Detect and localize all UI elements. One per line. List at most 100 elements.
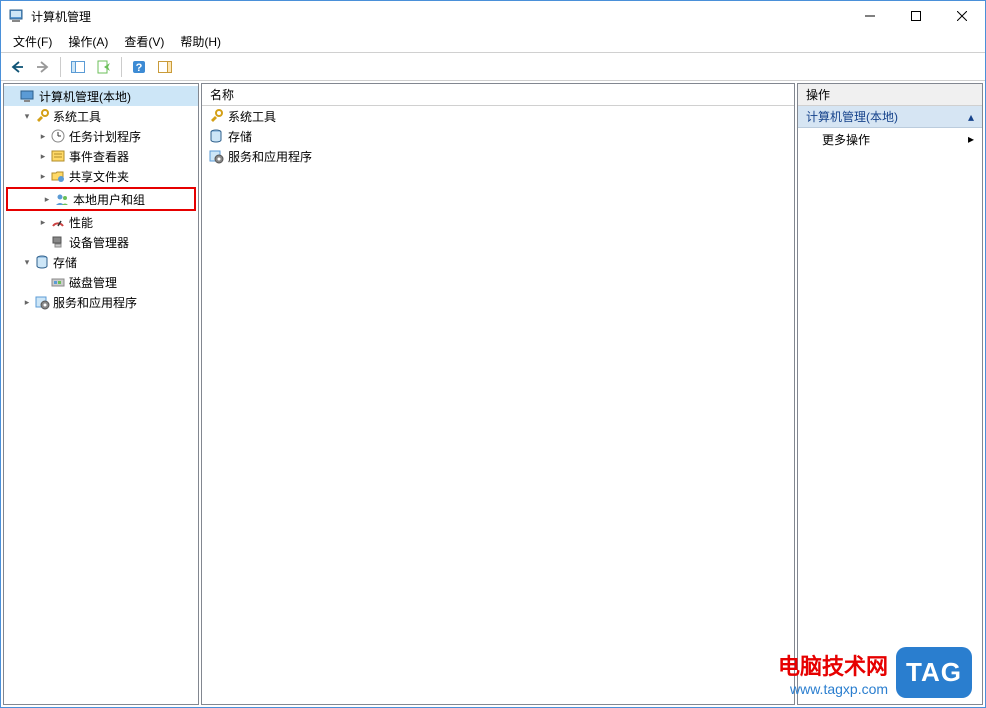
export-icon (96, 59, 112, 75)
users-icon (54, 191, 70, 207)
watermark: 电脑技术网 www.tagxp.com TAG (778, 647, 972, 698)
tree-pane[interactable]: 计算机管理(本地) ▾ 系统工具 ▸ 任务计划程序 ▸ 事件查看器 ▸ 共享文件 (3, 83, 199, 705)
chevron-down-icon[interactable]: ▾ (20, 109, 34, 123)
tools-icon (34, 108, 50, 124)
services-icon (208, 148, 224, 164)
window-controls (847, 1, 985, 31)
chevron-right-icon[interactable]: ▸ (36, 215, 50, 229)
action-more[interactable]: 更多操作 ▸ (798, 128, 982, 150)
tree-label: 系统工具 (53, 108, 101, 125)
services-icon (34, 294, 50, 310)
storage-icon (34, 254, 50, 270)
chevron-right-icon[interactable]: ▸ (40, 192, 54, 206)
chevron-right-icon: ▸ (968, 132, 974, 146)
tree-label: 任务计划程序 (69, 128, 141, 145)
menubar: 文件(F) 操作(A) 查看(V) 帮助(H) (1, 31, 985, 53)
titlebar: 计算机管理 (1, 1, 985, 31)
arrow-left-icon (9, 59, 25, 75)
chevron-right-icon[interactable]: ▸ (36, 169, 50, 183)
actions-scope-label: 计算机管理(本地) (806, 108, 898, 125)
folder-share-icon (50, 168, 66, 184)
chevron-right-icon[interactable]: ▸ (36, 129, 50, 143)
event-icon (50, 148, 66, 164)
app-window: 计算机管理 文件(F) 操作(A) 查看(V) 帮助(H) ? 计算机管理(本地 (0, 0, 986, 708)
tree-root[interactable]: 计算机管理(本地) (4, 86, 198, 106)
list-item-label: 系统工具 (228, 108, 276, 125)
tree-event-viewer[interactable]: ▸ 事件查看器 (4, 146, 198, 166)
tree-performance[interactable]: ▸ 性能 (4, 212, 198, 232)
actions-pane: 操作 计算机管理(本地) ▴ 更多操作 ▸ (797, 83, 983, 705)
maximize-button[interactable] (893, 1, 939, 31)
tree-services-apps[interactable]: ▸ 服务和应用程序 (4, 292, 198, 312)
watermark-badge: TAG (896, 647, 972, 698)
disk-icon (50, 274, 66, 290)
svg-text:?: ? (136, 62, 143, 74)
tree-label: 计算机管理(本地) (39, 88, 131, 105)
actions-scope[interactable]: 计算机管理(本地) ▴ (798, 106, 982, 128)
tree-label: 磁盘管理 (69, 274, 117, 291)
export-list-button[interactable] (92, 55, 116, 79)
help-button[interactable]: ? (127, 55, 151, 79)
help-icon: ? (131, 59, 147, 75)
back-button[interactable] (5, 55, 29, 79)
clock-icon (50, 128, 66, 144)
gauge-icon (50, 214, 66, 230)
tree-task-scheduler[interactable]: ▸ 任务计划程序 (4, 126, 198, 146)
close-button[interactable] (939, 1, 985, 31)
collapse-icon: ▴ (968, 110, 974, 124)
panel-right-icon (157, 59, 173, 75)
action-label: 更多操作 (822, 131, 870, 148)
column-header-name[interactable]: 名称 (202, 84, 794, 106)
tree-label: 存储 (53, 254, 77, 271)
toolbar: ? (1, 53, 985, 81)
toolbar-separator (121, 57, 122, 77)
list-body[interactable]: 系统工具 存储 服务和应用程序 (202, 106, 794, 704)
menu-view[interactable]: 查看(V) (116, 31, 172, 52)
forward-button[interactable] (31, 55, 55, 79)
app-icon (9, 8, 25, 24)
menu-help[interactable]: 帮助(H) (172, 31, 229, 52)
list-item-services-apps[interactable]: 服务和应用程序 (202, 146, 794, 166)
computer-icon (20, 88, 36, 104)
tree-local-users[interactable]: ▸ 本地用户和组 (8, 189, 194, 209)
arrow-right-icon (35, 59, 51, 75)
chevron-right-icon[interactable]: ▸ (20, 295, 34, 309)
list-item-storage[interactable]: 存储 (202, 126, 794, 146)
chevron-right-icon[interactable]: ▸ (36, 149, 50, 163)
expander-icon[interactable] (36, 275, 50, 289)
list-item-label: 服务和应用程序 (228, 148, 312, 165)
watermark-text: 电脑技术网 www.tagxp.com (778, 649, 888, 697)
device-icon (50, 234, 66, 250)
tree-label: 性能 (69, 214, 93, 231)
expander-icon[interactable] (6, 89, 20, 103)
panel-icon (70, 59, 86, 75)
chevron-down-icon[interactable]: ▾ (20, 255, 34, 269)
watermark-line2: www.tagxp.com (778, 681, 888, 697)
tree-label: 设备管理器 (69, 234, 129, 251)
minimize-button[interactable] (847, 1, 893, 31)
annotation-highlight: ▸ 本地用户和组 (6, 187, 196, 211)
window-title: 计算机管理 (31, 8, 847, 25)
list-item-label: 存储 (228, 128, 252, 145)
menu-file[interactable]: 文件(F) (5, 31, 60, 52)
show-hide-action-button[interactable] (153, 55, 177, 79)
tree-label: 本地用户和组 (73, 191, 145, 208)
actions-header: 操作 (798, 84, 982, 106)
tree-disk-management[interactable]: 磁盘管理 (4, 272, 198, 292)
tree-label: 事件查看器 (69, 148, 129, 165)
tree-system-tools[interactable]: ▾ 系统工具 (4, 106, 198, 126)
tree-device-manager[interactable]: 设备管理器 (4, 232, 198, 252)
workspace: 计算机管理(本地) ▾ 系统工具 ▸ 任务计划程序 ▸ 事件查看器 ▸ 共享文件 (1, 81, 985, 707)
tools-icon (208, 108, 224, 124)
show-hide-tree-button[interactable] (66, 55, 90, 79)
tree-label: 服务和应用程序 (53, 294, 137, 311)
tree-storage[interactable]: ▾ 存储 (4, 252, 198, 272)
list-item-system-tools[interactable]: 系统工具 (202, 106, 794, 126)
menu-action[interactable]: 操作(A) (60, 31, 116, 52)
toolbar-separator (60, 57, 61, 77)
expander-icon[interactable] (36, 235, 50, 249)
storage-icon (208, 128, 224, 144)
watermark-line1: 电脑技术网 (778, 649, 888, 681)
tree-shared-folders[interactable]: ▸ 共享文件夹 (4, 166, 198, 186)
main-pane: 名称 系统工具 存储 服务和应用程序 (201, 83, 795, 705)
